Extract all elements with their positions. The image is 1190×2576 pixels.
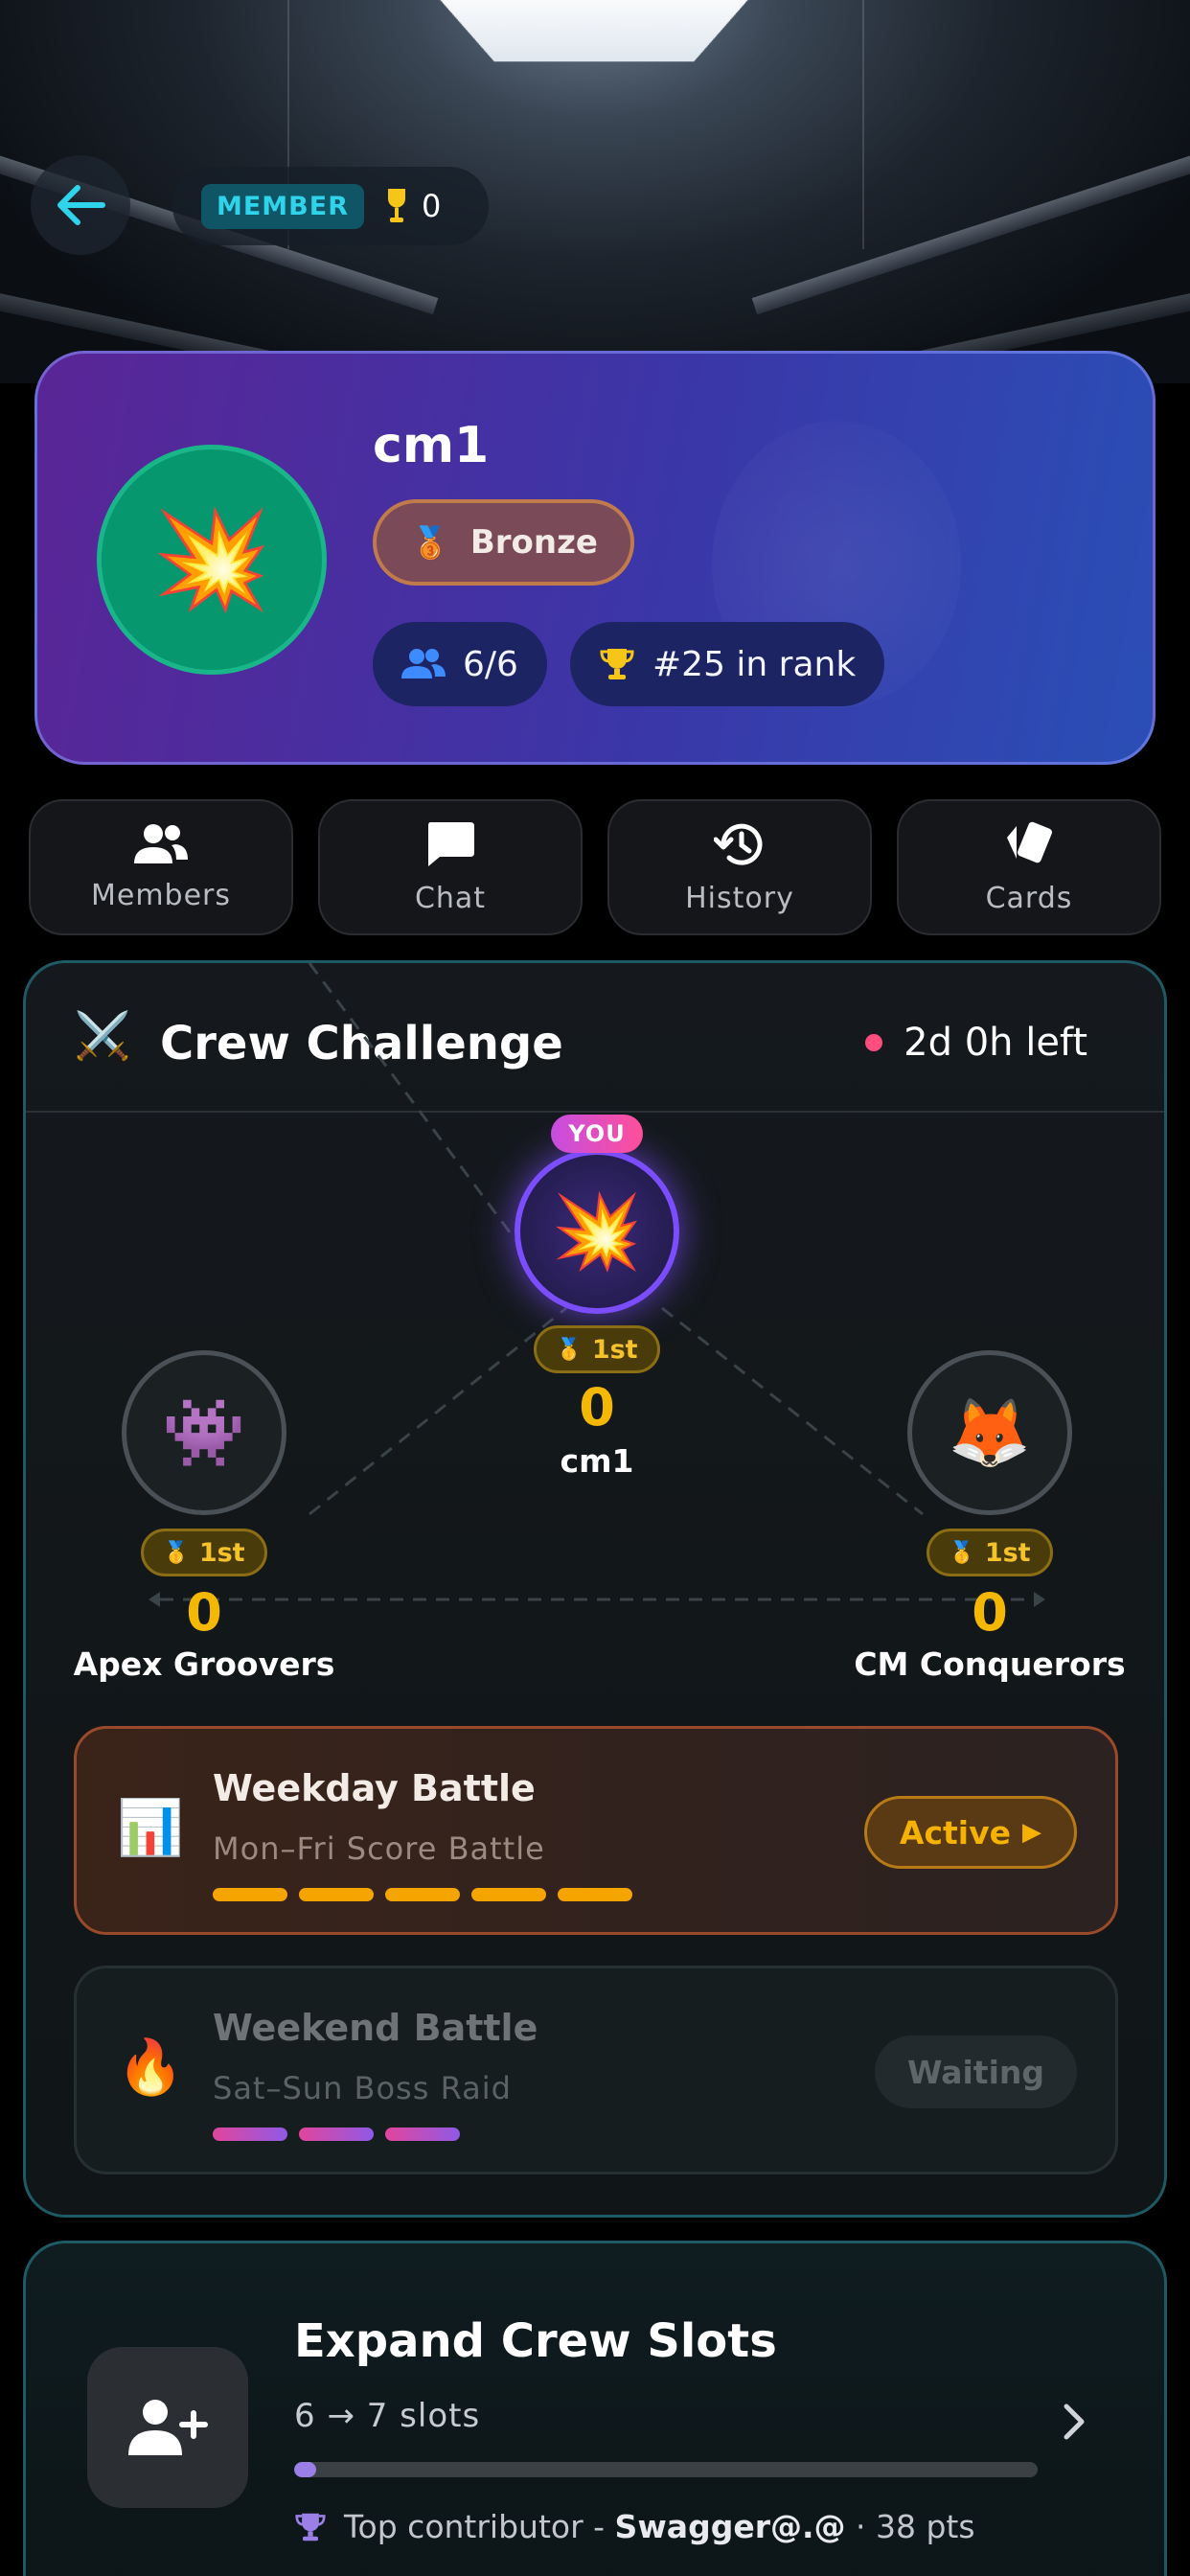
trophy-count-value: 0 bbox=[422, 188, 442, 224]
bronze-medal-icon: 🥉 bbox=[411, 524, 449, 561]
team-score-you: 0 bbox=[579, 1377, 615, 1438]
tab-history[interactable]: History bbox=[607, 799, 872, 935]
progress-segment bbox=[558, 1888, 632, 1901]
progress-segment bbox=[299, 1888, 374, 1901]
progress-segment bbox=[213, 2128, 287, 2141]
crew-challenge-card: ⚔️ Crew Challenge 2d 0h left 💥 YOU 🥇 1st… bbox=[23, 960, 1167, 2218]
fire-icon: 🔥 bbox=[117, 2036, 184, 2099]
chevron-right-icon[interactable] bbox=[1063, 2403, 1087, 2441]
battle-title: Weekday Battle bbox=[213, 1767, 536, 1809]
progress-segment bbox=[385, 2128, 460, 2141]
battle-title: Weekend Battle bbox=[213, 2007, 538, 2049]
gold-medal-icon: 🥇 bbox=[949, 1540, 975, 1565]
chat-icon bbox=[428, 821, 474, 866]
crew-avatar[interactable]: 💥 bbox=[97, 445, 327, 675]
status-label: Active bbox=[899, 1813, 1011, 1852]
progress-segment bbox=[385, 1888, 460, 1901]
explosion-icon: 💥 bbox=[551, 1188, 643, 1274]
tab-cards[interactable]: Cards bbox=[897, 799, 1161, 935]
contributor-name: Swagger@.@ bbox=[614, 2508, 846, 2545]
play-icon: ▶ bbox=[1022, 1818, 1041, 1847]
rank-badge: 🥉 Bronze bbox=[373, 499, 634, 586]
members-icon bbox=[401, 649, 446, 678]
back-button[interactable] bbox=[31, 155, 130, 255]
battle-subtitle: Mon–Fri Score Battle bbox=[213, 1830, 545, 1867]
members-count: 6/6 bbox=[463, 644, 518, 684]
trophy-icon bbox=[388, 189, 405, 222]
team-name-you: cm1 bbox=[560, 1442, 634, 1480]
contributor-points: · 38 pts bbox=[845, 2508, 975, 2545]
place-label: 1st bbox=[984, 1537, 1031, 1568]
hero-skylight bbox=[423, 0, 766, 61]
bar-chart-icon: 📊 bbox=[117, 1797, 184, 1859]
tab-history-label: History bbox=[685, 881, 794, 915]
team-name-right: CM Conquerors bbox=[854, 1645, 1126, 1683]
crew-profile-card: 💥 cm1 🥉 Bronze 6/6 #25 in rank bbox=[34, 351, 1156, 765]
battle-progress-segments bbox=[213, 2128, 460, 2141]
fox-icon: 🦊 bbox=[948, 1393, 1032, 1472]
slots-text: 6 → 7 slots bbox=[294, 2397, 481, 2435]
trophy-icon bbox=[295, 2513, 326, 2541]
place-badge-right: 🥇 1st bbox=[927, 1529, 1053, 1576]
team-avatar-left[interactable]: 👾 bbox=[122, 1350, 286, 1515]
active-status-button[interactable]: Active ▶ bbox=[863, 1796, 1077, 1869]
tab-chat[interactable]: Chat bbox=[318, 799, 583, 935]
place-badge-left: 🥇 1st bbox=[141, 1529, 267, 1576]
place-badge-you: 🥇 1st bbox=[534, 1325, 660, 1373]
alien-monster-icon: 👾 bbox=[162, 1393, 246, 1472]
expand-title: Expand Crew Slots bbox=[294, 2314, 777, 2368]
tab-members-label: Members bbox=[90, 878, 232, 912]
trophy-icon bbox=[600, 649, 634, 679]
members-icon bbox=[134, 823, 188, 863]
add-user-icon-tile bbox=[87, 2347, 248, 2508]
place-label: 1st bbox=[591, 1334, 638, 1365]
back-arrow-icon bbox=[57, 185, 105, 225]
member-badge: MEMBER bbox=[201, 183, 364, 229]
crew-name: cm1 bbox=[373, 417, 490, 474]
cards-icon bbox=[1007, 821, 1052, 862]
weekday-battle-card[interactable]: 📊 Weekday Battle Mon–Fri Score Battle Ac… bbox=[74, 1726, 1118, 1935]
explosion-icon: 💥 bbox=[151, 503, 272, 615]
progress-segment bbox=[213, 1888, 287, 1901]
rank-label: Bronze bbox=[469, 523, 598, 562]
progress-segment bbox=[299, 2128, 374, 2141]
trophy-counter: 0 bbox=[385, 187, 441, 225]
team-name-left: Apex Groovers bbox=[73, 1645, 335, 1683]
battle-progress-segments bbox=[213, 1888, 632, 1901]
battle-subtitle: Sat–Sun Boss Raid bbox=[213, 2070, 512, 2106]
team-avatar-right[interactable]: 🦊 bbox=[907, 1350, 1072, 1515]
gold-medal-icon: 🥇 bbox=[556, 1337, 583, 1362]
place-label: 1st bbox=[198, 1537, 245, 1568]
you-badge: YOU bbox=[551, 1115, 643, 1153]
members-count-chip: 6/6 bbox=[373, 622, 547, 706]
team-score-right: 0 bbox=[972, 1582, 1008, 1643]
rank-position: #25 in rank bbox=[652, 644, 857, 684]
slots-progress-bar bbox=[294, 2462, 1038, 2477]
tab-cards-label: Cards bbox=[985, 881, 1073, 915]
hero-beam bbox=[862, 0, 864, 249]
contributor-prefix: Top contributor - bbox=[344, 2508, 615, 2545]
history-icon bbox=[714, 823, 763, 865]
waiting-status-button[interactable]: Waiting bbox=[874, 2036, 1077, 2108]
status-pill: MEMBER 0 bbox=[172, 167, 489, 245]
tab-chat-label: Chat bbox=[414, 881, 487, 915]
top-contributor: Top contributor - Swagger@.@ · 38 pts bbox=[294, 2508, 975, 2545]
expand-crew-slots-card[interactable]: Expand Crew Slots 6 → 7 slots Top contri… bbox=[23, 2241, 1167, 2576]
team-score-left: 0 bbox=[186, 1582, 222, 1643]
slots-progress-fill bbox=[294, 2462, 317, 2477]
rank-position-chip: #25 in rank bbox=[570, 622, 885, 706]
tab-members[interactable]: Members bbox=[29, 799, 293, 935]
weekend-battle-card[interactable]: 🔥 Weekend Battle Sat–Sun Boss Raid Waiti… bbox=[74, 1966, 1118, 2174]
hero-rail bbox=[751, 144, 1190, 315]
add-user-icon bbox=[128, 2400, 208, 2455]
team-avatar-you[interactable]: 💥 bbox=[515, 1149, 679, 1314]
gold-medal-icon: 🥇 bbox=[163, 1540, 190, 1565]
progress-segment bbox=[471, 1888, 546, 1901]
